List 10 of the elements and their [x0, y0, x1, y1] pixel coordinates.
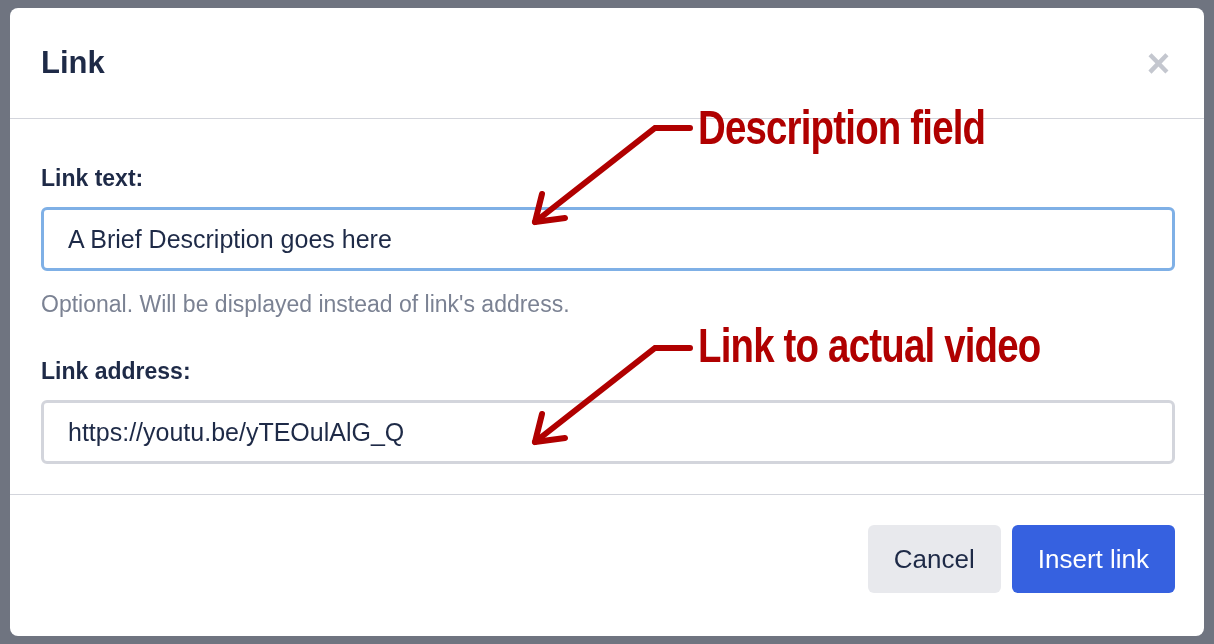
input-field[interactable]: A Brief Description goes here — [41, 207, 1175, 271]
field-label: Link text: — [41, 165, 145, 192]
field-label: Link address: — [41, 358, 192, 385]
annotation-text: Link to actual video — [698, 318, 1041, 373]
insert-button[interactable]: Insert link — [1011, 525, 1175, 593]
help-text: Optional. Will be displayed instead of link's address. — [41, 291, 571, 318]
dialog-title: Link — [41, 45, 105, 81]
annotation-text: Description field — [698, 100, 986, 155]
cancel-button[interactable]: Cancel — [867, 525, 1001, 593]
input-field[interactable]: https://youtu.be/yTEOulAlG_Q — [41, 400, 1175, 464]
